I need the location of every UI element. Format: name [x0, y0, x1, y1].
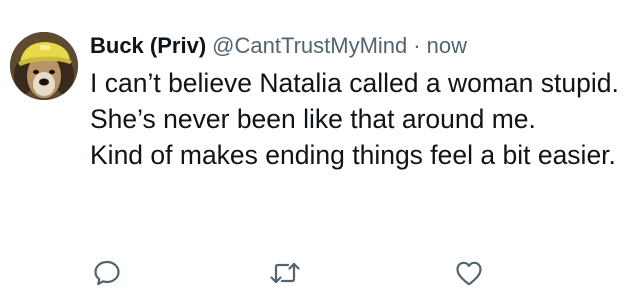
- tweet-actions-bar: [0, 256, 640, 290]
- display-name[interactable]: Buck (Priv): [90, 33, 206, 58]
- avatar[interactable]: [10, 32, 78, 100]
- user-handle[interactable]: @CantTrustMyMind: [212, 33, 407, 58]
- separator-dot: ·: [413, 33, 421, 58]
- retweet-button[interactable]: [268, 256, 302, 290]
- reply-button[interactable]: [90, 256, 124, 290]
- tweet-card[interactable]: Buck (Priv) @CantTrustMyMind · now I can’t …: [0, 0, 640, 300]
- retweet-arrows-icon: [270, 262, 300, 284]
- tweet-header: Buck (Priv) @CantTrustMyMind · now: [90, 30, 630, 62]
- speech-bubble-icon: [94, 260, 120, 286]
- heart-outline-icon: [456, 261, 482, 286]
- timestamp[interactable]: now: [427, 33, 467, 58]
- tweet-content: Buck (Priv) @CantTrustMyMind · now I can’t …: [90, 30, 630, 173]
- tweet-text-line: Kind of makes ending things feel a bit e…: [90, 140, 616, 170]
- tweet-text-line: I can’t believe Natalia called a woman s…: [90, 68, 619, 134]
- tweet-text: I can’t believe Natalia called a woman s…: [90, 65, 630, 173]
- like-button[interactable]: [452, 256, 486, 290]
- dog-in-cap-avatar-icon: [10, 32, 78, 100]
